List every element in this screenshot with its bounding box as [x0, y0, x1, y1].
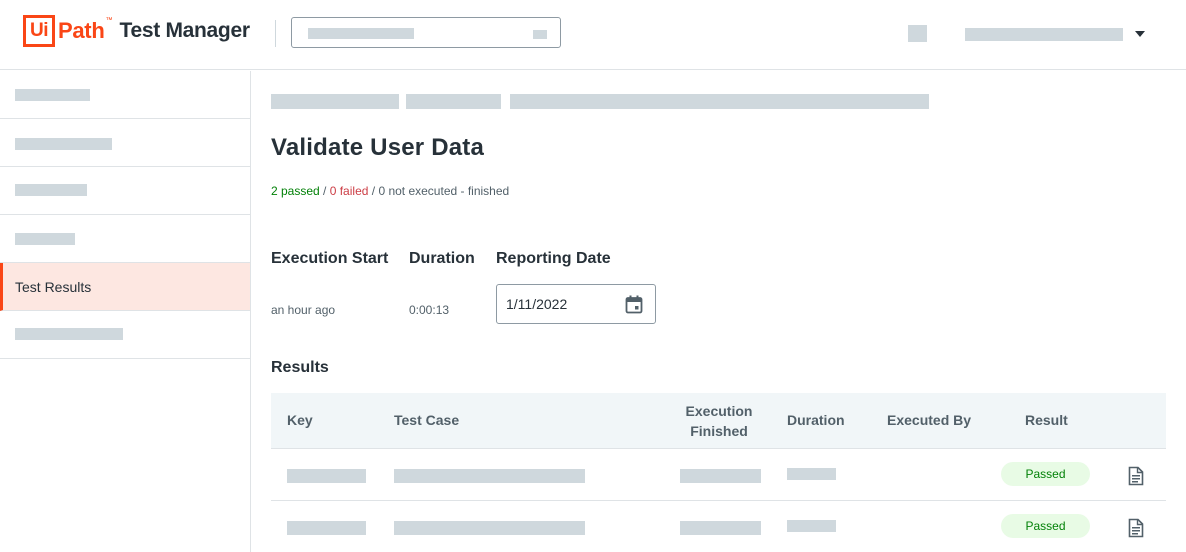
- summary-separator: /: [368, 184, 379, 198]
- document-icon[interactable]: [1128, 518, 1144, 538]
- duration-value: 0:00:13: [409, 303, 450, 317]
- key-cell-redacted: [287, 521, 366, 535]
- uipath-logo[interactable]: Ui Path ™ Test Manager: [23, 15, 250, 47]
- breadcrumb-item-redacted[interactable]: [510, 94, 929, 109]
- calendar-icon[interactable]: [625, 295, 643, 314]
- summary-rest: 0 not executed - finished: [378, 184, 510, 198]
- document-icon[interactable]: [1128, 466, 1144, 486]
- results-heading: Results: [271, 359, 329, 376]
- test-case-cell-redacted[interactable]: [394, 469, 585, 483]
- duration-cell-redacted: [787, 468, 836, 480]
- top-header: Ui Path ™ Test Manager: [0, 0, 1186, 70]
- sidebar-item-1[interactable]: [0, 71, 250, 119]
- column-result[interactable]: Result: [1025, 412, 1068, 428]
- breadcrumb-item-redacted[interactable]: [271, 94, 399, 109]
- status-badge: Passed: [1001, 462, 1090, 486]
- sidebar-item-3[interactable]: [0, 167, 250, 215]
- column-test-case[interactable]: Test Case: [394, 412, 459, 428]
- tenant-name-redacted: [308, 28, 414, 39]
- sidebar-item-6[interactable]: [0, 311, 250, 359]
- table-row[interactable]: Passed: [271, 449, 1166, 501]
- logo-trademark: ™: [105, 17, 113, 24]
- execution-finished-cell-redacted: [680, 521, 761, 535]
- sidebar-item-test-results[interactable]: Test Results: [0, 263, 250, 311]
- column-execution-finished-line1: Execution: [685, 403, 753, 419]
- summary-separator: /: [319, 184, 330, 198]
- tenant-tag-redacted: [533, 30, 547, 39]
- sidebar-item-4[interactable]: [0, 215, 250, 263]
- sidebar-item-label-redacted: [15, 89, 90, 101]
- user-name-redacted[interactable]: [965, 28, 1123, 41]
- tenant-selector[interactable]: [291, 17, 561, 48]
- column-duration[interactable]: Duration: [787, 412, 845, 428]
- reporting-date-input[interactable]: 1/11/2022: [496, 284, 656, 324]
- status-badge: Passed: [1001, 514, 1090, 538]
- sidebar-item-label: Test Results: [15, 279, 92, 295]
- logo-path-text: Path: [58, 18, 105, 43]
- test-case-cell-redacted[interactable]: [394, 521, 585, 535]
- sidebar-item-label-redacted: [15, 233, 75, 245]
- execution-summary: 2 passed / 0 failed / 0 not executed - f…: [271, 184, 509, 198]
- passed-count: 2 passed: [271, 184, 320, 198]
- execution-start-label: Execution Start: [271, 250, 389, 267]
- sidebar-item-label-redacted: [15, 328, 123, 340]
- duration-label: Duration: [409, 250, 475, 267]
- results-table: Key Test Case Execution Finished Duratio…: [271, 393, 1166, 552]
- column-execution-finished[interactable]: Execution Finished: [679, 401, 759, 441]
- failed-count: 0 failed: [329, 184, 369, 198]
- sidebar-item-2[interactable]: [0, 119, 250, 167]
- reporting-date-value: 1/11/2022: [506, 296, 568, 312]
- sidebar: Test Results: [0, 71, 251, 552]
- sidebar-item-label-redacted: [15, 138, 112, 150]
- key-cell-redacted: [287, 469, 366, 483]
- table-header: Key Test Case Execution Finished Duratio…: [271, 393, 1166, 449]
- execution-finished-cell-redacted: [680, 469, 761, 483]
- logo-ui-mark: Ui: [23, 15, 55, 47]
- caret-down-icon[interactable]: [1135, 31, 1145, 37]
- sidebar-item-label-redacted: [15, 184, 87, 196]
- reporting-date-label: Reporting Date: [496, 250, 611, 267]
- breadcrumb-item-redacted[interactable]: [406, 94, 501, 109]
- column-key[interactable]: Key: [287, 412, 313, 428]
- header-divider: [275, 20, 276, 47]
- column-executed-by[interactable]: Executed By: [887, 412, 971, 428]
- product-name: Test Manager: [119, 19, 250, 42]
- execution-start-value: an hour ago: [271, 303, 336, 317]
- table-row[interactable]: Passed: [271, 501, 1166, 552]
- column-execution-finished-line2: Finished: [690, 423, 748, 439]
- page-title: Validate User Data: [271, 134, 485, 161]
- duration-cell-redacted: [787, 520, 836, 532]
- user-avatar-redacted[interactable]: [908, 25, 927, 42]
